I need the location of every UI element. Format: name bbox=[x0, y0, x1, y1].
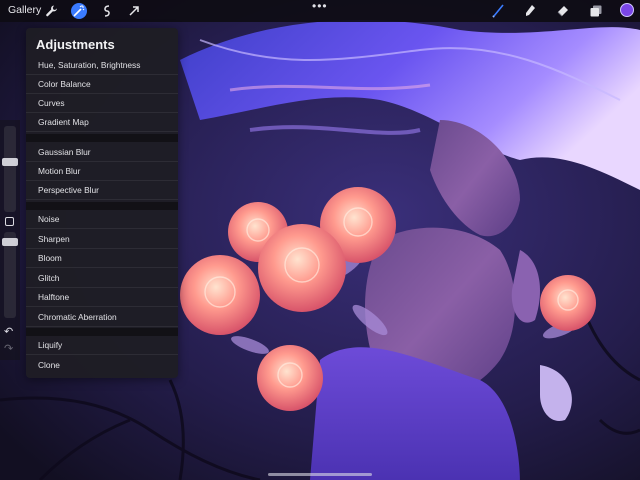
adjustment-glitch[interactable]: Glitch bbox=[26, 269, 178, 288]
brush-size-thumb[interactable] bbox=[2, 158, 18, 166]
adjustment-noise[interactable]: Noise bbox=[26, 210, 178, 229]
adjustment-halftone[interactable]: Halftone bbox=[26, 288, 178, 307]
top-toolbar: Gallery ••• bbox=[0, 0, 640, 22]
selection-icon[interactable] bbox=[99, 3, 115, 19]
opacity-slider[interactable] bbox=[2, 232, 18, 318]
adjustment-curves[interactable]: Curves bbox=[26, 94, 178, 113]
adjustment-hue-saturation-brightness[interactable]: Hue, Saturation, Brightness bbox=[26, 56, 178, 75]
undo-icon[interactable]: ↶ bbox=[4, 325, 13, 338]
modify-button[interactable] bbox=[5, 217, 14, 226]
magic-wand-icon[interactable] bbox=[71, 3, 87, 19]
redo-icon[interactable]: ↷ bbox=[4, 342, 13, 355]
brush-size-slider[interactable] bbox=[2, 126, 18, 212]
home-indicator bbox=[268, 473, 372, 476]
adjustments-title: Adjustments bbox=[36, 37, 115, 52]
adjustment-gradient-map[interactable]: Gradient Map bbox=[26, 113, 178, 132]
opacity-thumb[interactable] bbox=[2, 238, 18, 246]
adjustment-liquify[interactable]: Liquify bbox=[26, 336, 178, 355]
menu-separator bbox=[26, 202, 178, 210]
adjustment-chromatic-aberration[interactable]: Chromatic Aberration bbox=[26, 308, 178, 327]
adjustments-menu: Adjustments Hue, Saturation, Brightness … bbox=[26, 28, 178, 378]
gallery-button[interactable]: Gallery bbox=[8, 4, 41, 16]
menu-separator bbox=[26, 328, 178, 336]
transform-arrow-icon[interactable] bbox=[126, 3, 142, 19]
adjustment-color-balance[interactable]: Color Balance bbox=[26, 75, 178, 94]
adjustment-gaussian-blur[interactable]: Gaussian Blur bbox=[26, 143, 178, 162]
menu-separator bbox=[26, 134, 178, 142]
left-sidebar: ↶ ↷ bbox=[0, 120, 20, 360]
eraser-icon[interactable] bbox=[555, 3, 571, 19]
smudge-icon[interactable] bbox=[522, 3, 538, 19]
adjustment-sharpen[interactable]: Sharpen bbox=[26, 230, 178, 249]
brush-icon[interactable] bbox=[490, 3, 506, 19]
adjustment-motion-blur[interactable]: Motion Blur bbox=[26, 162, 178, 181]
layers-icon[interactable] bbox=[588, 3, 604, 19]
wrench-icon[interactable] bbox=[44, 3, 60, 19]
adjustment-bloom[interactable]: Bloom bbox=[26, 249, 178, 268]
adjustment-clone[interactable]: Clone bbox=[26, 356, 178, 375]
adjustment-perspective-blur[interactable]: Perspective Blur bbox=[26, 181, 178, 200]
more-options-button[interactable]: ••• bbox=[312, 0, 328, 13]
color-swatch[interactable] bbox=[620, 3, 634, 17]
